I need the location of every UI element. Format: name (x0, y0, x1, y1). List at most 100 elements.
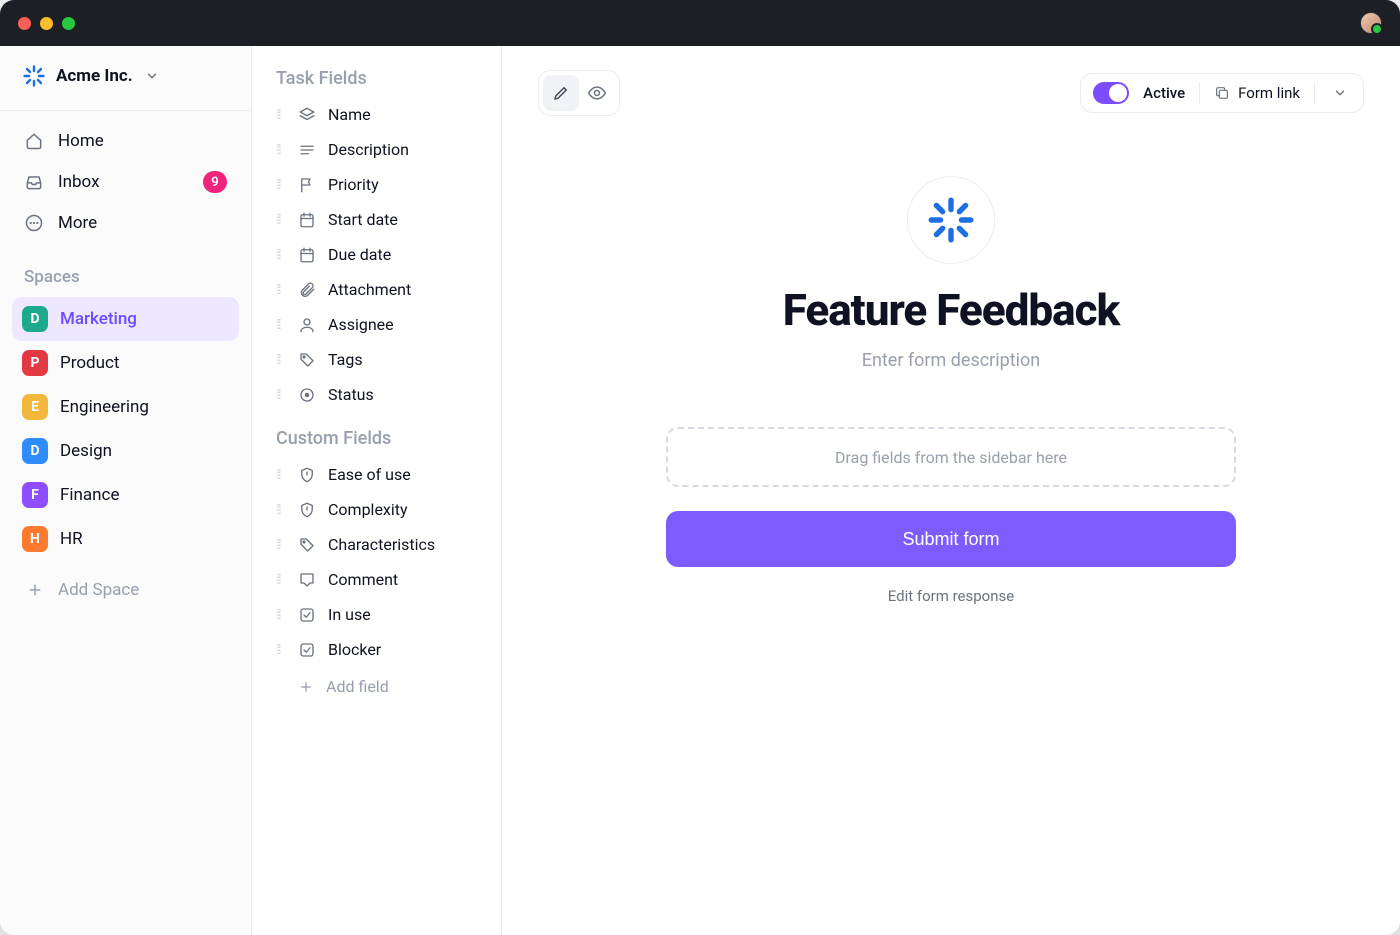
add-field-button[interactable]: Add field (272, 667, 489, 706)
field-item[interactable]: ⁞⁞Name (272, 97, 489, 132)
nav-inbox[interactable]: Inbox 9 (12, 161, 239, 203)
drag-handle-icon[interactable]: ⁞⁞ (276, 351, 286, 368)
field-item[interactable]: ⁞⁞In use (272, 597, 489, 632)
drag-handle-icon[interactable]: ⁞⁞ (276, 211, 286, 228)
space-badge-icon: F (22, 482, 48, 508)
active-label: Active (1143, 84, 1185, 102)
spaces-heading: Spaces (0, 243, 251, 293)
sidebar-item-space[interactable]: FFinance (12, 473, 239, 517)
space-badge-icon: D (22, 438, 48, 464)
checkbox-icon (298, 641, 316, 659)
pencil-icon (552, 84, 570, 102)
chevron-down-icon (1333, 86, 1347, 100)
field-label: Blocker (328, 640, 381, 659)
drag-handle-icon[interactable]: ⁞⁞ (276, 641, 286, 658)
field-item[interactable]: ⁞⁞Ease of use (272, 457, 489, 492)
field-item[interactable]: ⁞⁞Start date (272, 202, 489, 237)
form-link-label: Form link (1238, 84, 1300, 102)
drag-handle-icon[interactable]: ⁞⁞ (276, 386, 286, 403)
circle-dot-icon (298, 386, 316, 404)
add-space-button[interactable]: Add Space (12, 569, 239, 611)
field-item[interactable]: ⁞⁞ Blocker (272, 632, 489, 667)
field-item[interactable]: ⁞⁞Status (272, 377, 489, 412)
submit-button[interactable]: Submit form (666, 511, 1236, 567)
drag-handle-icon[interactable]: ⁞⁞ (276, 536, 286, 553)
field-item[interactable]: ⁞⁞ Comment (272, 562, 489, 597)
inbox-icon (24, 172, 44, 192)
paperclip-icon (298, 281, 316, 299)
drag-handle-icon[interactable]: ⁞⁞ (276, 316, 286, 333)
active-toggle[interactable] (1093, 82, 1129, 104)
task-fields-list: ⁞⁞Name⁞⁞Description⁞⁞Priority⁞⁞Start dat… (272, 97, 489, 412)
nav-inbox-label: Inbox (58, 172, 189, 192)
plus-icon (298, 679, 314, 695)
calendar-icon (298, 246, 316, 264)
copy-icon (1214, 85, 1230, 101)
app-body: Acme Inc. Home Inbox 9 (0, 46, 1400, 935)
chevron-down-icon (143, 69, 159, 83)
form-description-placeholder[interactable]: Enter form description (862, 350, 1041, 371)
field-item[interactable]: ⁞⁞Assignee (272, 307, 489, 342)
form-canvas: Active Form link (502, 46, 1400, 935)
drag-handle-icon[interactable]: ⁞⁞ (276, 106, 286, 123)
field-item[interactable]: ⁞⁞Complexity (272, 492, 489, 527)
field-item[interactable]: ⁞⁞Description (272, 132, 489, 167)
form-title[interactable]: Feature Feedback (783, 284, 1120, 336)
sidebar-item-space[interactable]: D Marketing (12, 297, 239, 341)
field-label: Comment (328, 570, 398, 589)
nav-more[interactable]: More (12, 203, 239, 243)
drag-handle-icon[interactable]: ⁞⁞ (276, 141, 286, 158)
edit-response-link[interactable]: Edit form response (888, 587, 1014, 605)
mac-titlebar (0, 0, 1400, 46)
custom-fields-list: ⁞⁞Ease of use⁞⁞Complexity⁞⁞Characteristi… (272, 457, 489, 667)
space-badge-icon: D (22, 306, 48, 332)
field-label: Characteristics (328, 535, 435, 554)
nav-home[interactable]: Home (12, 121, 239, 161)
space-badge-icon: H (22, 526, 48, 552)
space-label: Marketing (60, 309, 137, 329)
home-icon (24, 131, 44, 151)
window-minimize-button[interactable] (40, 17, 53, 30)
field-item[interactable]: ⁞⁞Due date (272, 237, 489, 272)
avatar[interactable] (1360, 12, 1382, 34)
drag-handle-icon[interactable]: ⁞⁞ (276, 606, 286, 623)
drag-handle-icon[interactable]: ⁞⁞ (276, 501, 286, 518)
status-dropdown-button[interactable] (1329, 86, 1351, 100)
drag-handle-icon[interactable]: ⁞⁞ (276, 176, 286, 193)
workspace-name: Acme Inc. (56, 66, 133, 86)
edit-mode-button[interactable] (543, 75, 579, 111)
plus-icon (24, 579, 46, 601)
shield-icon (298, 466, 316, 484)
form-brand-icon[interactable] (907, 176, 995, 264)
window-close-button[interactable] (18, 17, 31, 30)
drag-handle-icon[interactable]: ⁞⁞ (276, 281, 286, 298)
space-label: Product (60, 353, 119, 373)
space-label: HR (60, 529, 83, 549)
preview-mode-button[interactable] (579, 75, 615, 111)
sidebar-item-space[interactable]: H HR (12, 517, 239, 561)
text-icon (298, 141, 316, 159)
drag-handle-icon[interactable]: ⁞⁞ (276, 466, 286, 483)
nav-home-label: Home (58, 131, 227, 151)
status-pill: Active Form link (1080, 73, 1364, 113)
more-icon (24, 213, 44, 233)
sidebar-item-space[interactable]: EEngineering (12, 385, 239, 429)
fields-panel: Task Fields ⁞⁞Name⁞⁞Description⁞⁞Priorit… (252, 46, 502, 935)
field-item[interactable]: ⁞⁞ Attachment (272, 272, 489, 307)
field-item[interactable]: ⁞⁞Tags (272, 342, 489, 377)
drag-handle-icon[interactable]: ⁞⁞ (276, 246, 286, 263)
tag-icon (298, 351, 316, 369)
form-link-button[interactable]: Form link (1214, 84, 1300, 102)
workspace-picker[interactable]: Acme Inc. (0, 46, 251, 111)
field-item[interactable]: ⁞⁞ Characteristics (272, 527, 489, 562)
field-dropzone[interactable]: Drag fields from the sidebar here (666, 427, 1236, 487)
sidebar-item-space[interactable]: DDesign (12, 429, 239, 473)
field-item[interactable]: ⁞⁞Priority (272, 167, 489, 202)
field-label: Attachment (328, 280, 411, 299)
inbox-badge: 9 (203, 171, 227, 193)
window-zoom-button[interactable] (62, 17, 75, 30)
drag-handle-icon[interactable]: ⁞⁞ (276, 571, 286, 588)
submit-label: Submit form (902, 529, 999, 549)
sidebar-item-space[interactable]: PProduct (12, 341, 239, 385)
nav-more-label: More (58, 213, 227, 233)
